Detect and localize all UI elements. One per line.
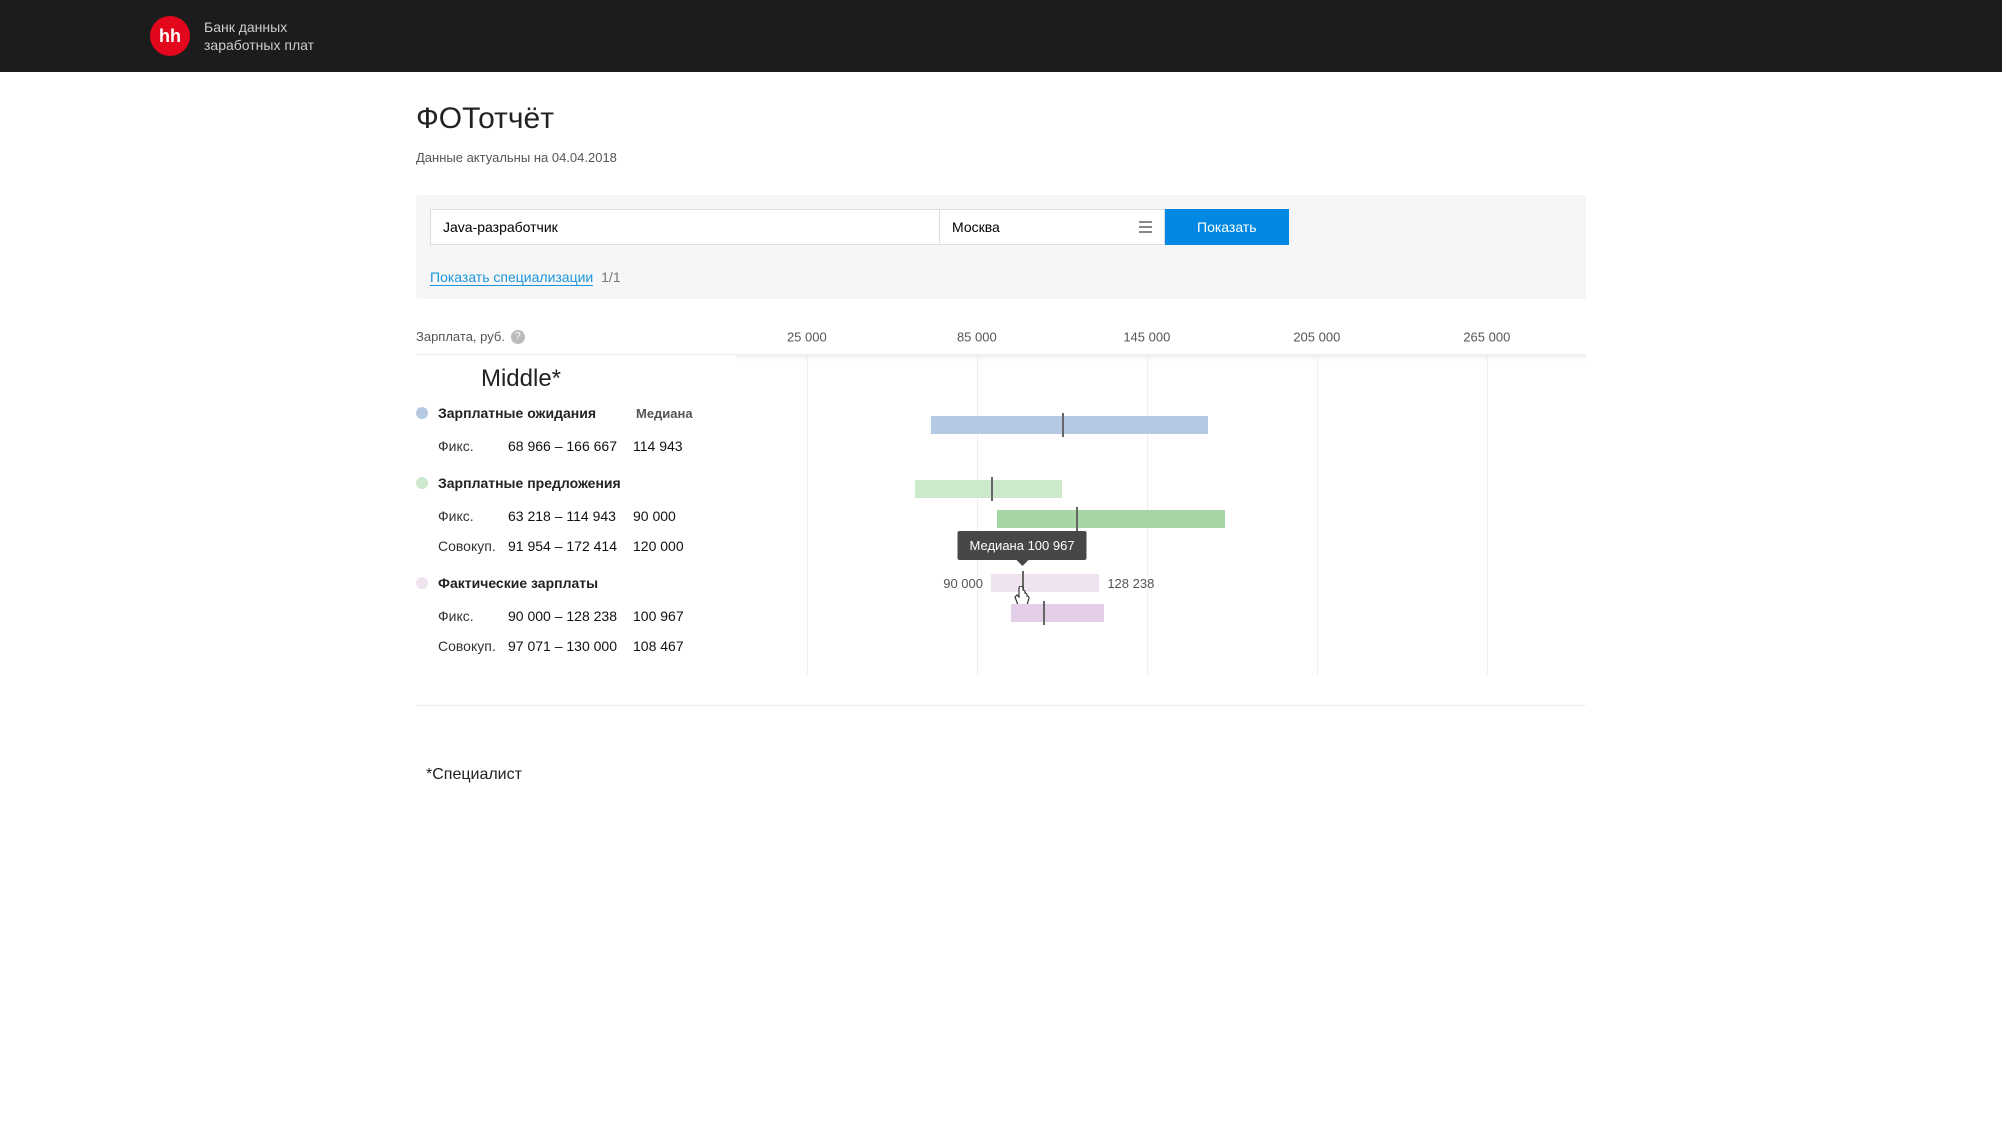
median-marker [1043,601,1045,625]
bar-high-label: 128 238 [1099,576,1154,591]
row-type: Фикс. [438,438,508,454]
range-bar[interactable] [915,480,1062,498]
row-type: Совокуп. [438,538,508,554]
specializations-count: 1/1 [601,269,620,285]
row-median: 114 943 [633,438,683,454]
axis-label: Зарплата, руб. [416,329,505,344]
brand-text: Банк данных заработных плат [204,18,314,54]
median-marker [991,477,993,501]
brand-line2: заработных плат [204,36,314,54]
row-median: 108 467 [633,638,684,654]
chart-bar-row: 90 000128 238Медиана 100 967 [736,568,1586,598]
section-title-expectations: Зарплатные ожидания [438,405,596,421]
median-column-header: Медиана [636,406,693,421]
specializations-line: Показать специализации 1/1 [430,269,1572,285]
axis-tick: 25 000 [787,329,827,344]
date-prefix: Данные актуальны на [416,150,552,165]
range-bar[interactable] [991,574,1099,592]
legend-row: Фикс. 90 000 – 128 238 100 967 [416,601,736,631]
axis-tick: 205 000 [1293,329,1340,344]
chart-body: Middle* Зарплатные ожидания Медиана Фикс… [416,355,1586,706]
legend-row: Совокуп. 91 954 – 172 414 120 000 [416,531,736,561]
row-median: 90 000 [633,508,676,524]
footnote: *Специалист [416,766,1586,784]
section-title-offers: Зарплатные предложения [438,475,621,491]
region-input[interactable] [952,219,1122,235]
topbar: hh Банк данных заработных плат [0,0,2002,72]
help-icon[interactable]: ? [511,330,525,344]
row-range: 68 966 – 166 667 [508,438,633,454]
row-type: Совокуп. [438,638,508,654]
chart-bar-row [736,504,1586,534]
row-type: Фикс. [438,608,508,624]
legend-column: Middle* Зарплатные ожидания Медиана Фикс… [416,355,736,675]
median-marker [1076,507,1078,531]
legend-row: Совокуп. 97 071 – 130 000 108 467 [416,631,736,661]
filters-panel: Показать Показать специализации 1/1 [416,195,1586,299]
date-value: 04.04.2018 [552,150,617,165]
page-title: ФОТотчёт [416,102,1586,136]
filter-row: Показать [430,209,1572,245]
bar-low-label: 90 000 [943,576,991,591]
top-shadow [736,355,1586,361]
row-range: 63 218 – 114 943 [508,508,633,524]
dot-icon [416,407,428,419]
row-range: 97 071 – 130 000 [508,638,633,654]
axis-tick: 85 000 [957,329,997,344]
median-tooltip: Медиана 100 967 [958,531,1087,560]
axis-tick: 145 000 [1123,329,1170,344]
level-title: Middle* [416,365,736,393]
dot-icon [416,477,428,489]
row-median: 100 967 [633,608,684,624]
chart-bar-row [736,598,1586,628]
range-bar[interactable] [997,510,1225,528]
data-freshness: Данные актуальны на 04.04.2018 [416,150,1586,165]
chart-bar-row [736,410,1586,440]
hh-logo: hh [150,16,190,56]
dot-icon [416,577,428,589]
row-type: Фикс. [438,508,508,524]
list-icon [1139,221,1152,233]
median-marker [1062,413,1064,437]
axis-tick: 265 000 [1463,329,1510,344]
legend-row: Фикс. 63 218 – 114 943 90 000 [416,501,736,531]
range-bar[interactable] [1011,604,1104,622]
role-input[interactable] [430,209,940,245]
legend-row: Фикс. 68 966 – 166 667 114 943 [416,431,736,461]
plot-area: 90 000 128 238 Медиана 100 967 [736,355,1586,675]
brand-line1: Банк данных [204,18,314,36]
region-select[interactable] [940,209,1165,245]
show-button[interactable]: Показать [1165,209,1289,245]
section-title-actual: Фактические зарплаты [438,575,598,591]
chart-bar-row [736,474,1586,504]
range-bar[interactable] [931,416,1208,434]
row-median: 120 000 [633,538,684,554]
row-range: 90 000 – 128 238 [508,608,633,624]
x-axis: Зарплата, руб. ? 25 000 85 000 145 000 205 … [416,319,1586,355]
show-specializations-link[interactable]: Показать специализации [430,269,593,286]
row-range: 91 954 – 172 414 [508,538,633,554]
